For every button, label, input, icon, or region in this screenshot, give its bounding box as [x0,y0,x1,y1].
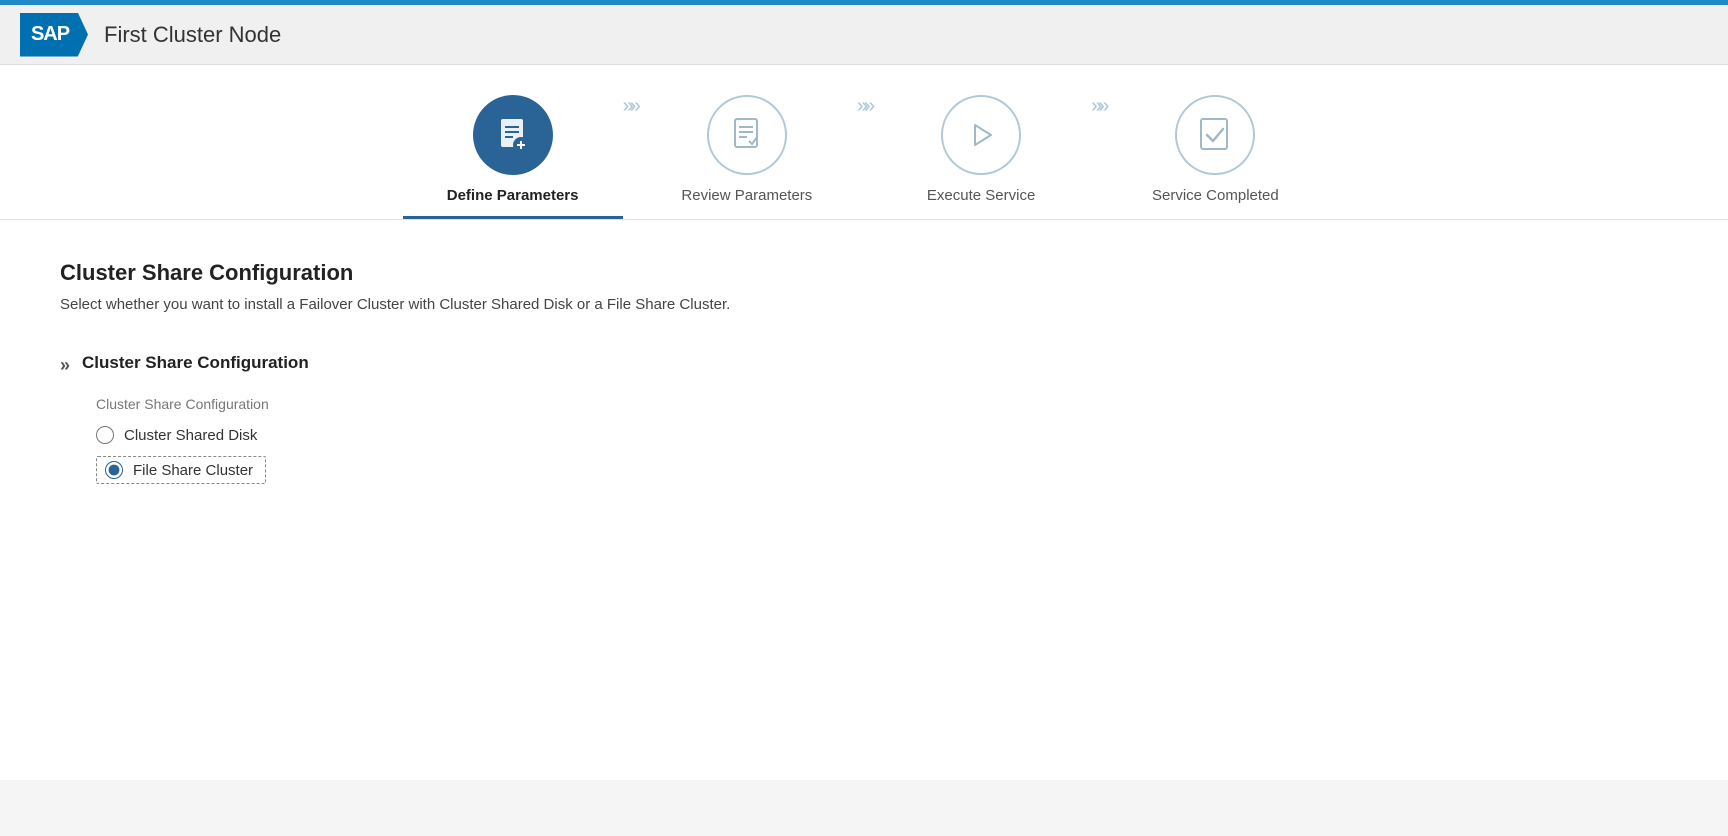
wizard-arrow-1: »» [623,95,637,160]
step-circle-define-parameters [473,95,553,175]
sap-logo: SAP [20,13,88,57]
check-icon [1195,115,1235,155]
wizard-step-service-completed[interactable]: Service Completed [1105,95,1325,216]
page-title: First Cluster Node [104,22,281,48]
step-label-execute-service: Execute Service [927,187,1035,204]
section-title: Cluster Share Configuration [60,260,1668,286]
play-icon [961,115,1001,155]
wizard-step-execute-service[interactable]: Execute Service [871,95,1091,216]
form-label: Cluster Share Configuration [96,396,1668,412]
chevron-indicator-icon: » [60,355,66,376]
step-label-service-completed: Service Completed [1152,187,1279,204]
form-group-cluster-share: Cluster Share Configuration Cluster Shar… [96,396,1668,496]
step-underline-define-parameters [403,216,623,219]
step-label-define-parameters: Define Parameters [447,187,579,204]
main-content: Cluster Share Configuration Select wheth… [0,220,1728,780]
label-cluster-shared-disk: Cluster Shared Disk [124,427,257,444]
step-circle-execute-service [941,95,1021,175]
radio-option-file-share-cluster[interactable]: File Share Cluster [96,456,266,484]
radio-cluster-shared-disk[interactable] [96,426,114,444]
radio-file-share-cluster[interactable] [105,461,123,479]
wizard-arrow-3: »» [1091,95,1105,160]
label-file-share-cluster: File Share Cluster [133,462,253,479]
step-circle-service-completed [1175,95,1255,175]
review-icon [727,115,767,155]
subsection-header-row: » Cluster Share Configuration [60,353,1668,376]
step-circle-review-parameters [707,95,787,175]
subsection-title: Cluster Share Configuration [82,353,309,373]
section-description: Select whether you want to install a Fai… [60,296,1668,313]
step-label-review-parameters: Review Parameters [681,187,812,204]
header: SAP First Cluster Node [0,5,1728,65]
wizard-arrow-2: »» [857,95,871,160]
wizard-step-review-parameters[interactable]: Review Parameters [637,95,857,216]
radio-option-cluster-shared-disk[interactable]: Cluster Shared Disk [96,426,1668,444]
wizard-steps: Define Parameters »» Review Parameters »… [0,65,1728,220]
list-add-icon [493,115,533,155]
wizard-step-define-parameters[interactable]: Define Parameters [403,95,623,219]
